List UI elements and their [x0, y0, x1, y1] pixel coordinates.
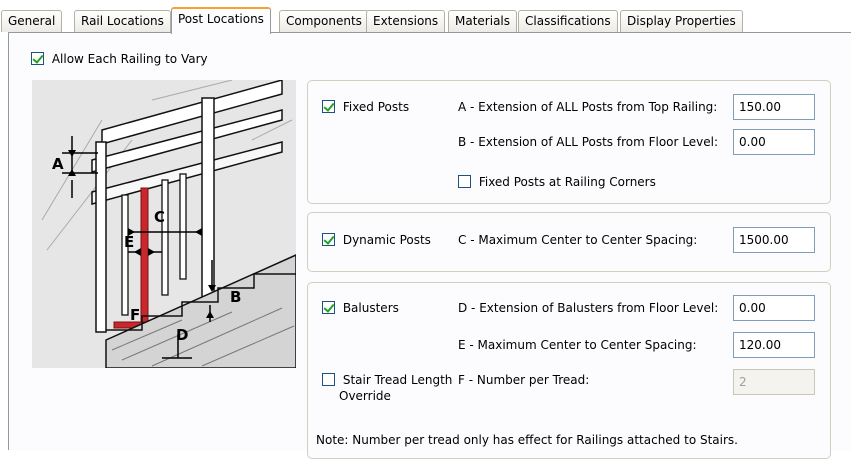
balusters-label: Balusters — [342, 301, 399, 315]
fixed-posts-group: Fixed Posts A - Extension of ALL Posts f… — [307, 80, 831, 204]
balusters-checkbox[interactable] — [322, 301, 335, 314]
label-e: E — [124, 233, 134, 251]
fixed-posts-floor-extension-label: B - Extension of ALL Posts from Floor Le… — [458, 135, 718, 149]
dynamic-posts-spacing-label: C - Maximum Center to Center Spacing: — [458, 233, 698, 247]
railing-corners-checkbox[interactable] — [458, 175, 471, 188]
balusters-group: Balusters D - Extension of Balusters fro… — [307, 282, 831, 459]
railing-illustration: A C E B F D — [32, 80, 296, 368]
per-tread-label: F - Number per Tread: — [458, 373, 590, 387]
dynamic-posts-checkbox[interactable] — [322, 233, 335, 246]
railing-corners-option[interactable]: Fixed Posts at Railing Corners — [458, 175, 656, 189]
allow-vary-checkbox[interactable] — [31, 52, 44, 65]
railing-corners-label: Fixed Posts at Railing Corners — [478, 175, 656, 189]
dynamic-posts-spacing-field[interactable]: 1500.00 — [733, 227, 815, 253]
dynamic-posts-option[interactable]: Dynamic Posts — [322, 233, 431, 247]
balusters-option[interactable]: Balusters — [322, 301, 399, 315]
tread-override-checkbox[interactable] — [322, 373, 335, 386]
balusters-spacing-field[interactable]: 120.00 — [733, 332, 815, 358]
tab-classifications[interactable]: Classifications — [518, 10, 618, 32]
tab-rail-locations[interactable]: Rail Locations — [74, 10, 171, 32]
fixed-posts-floor-extension-field[interactable]: 0.00 — [733, 129, 815, 155]
tab-bar: General Rail Locations Post Locations Co… — [0, 0, 851, 34]
tab-display-properties[interactable]: Display Properties — [620, 10, 743, 32]
tab-components[interactable]: Components — [279, 10, 369, 32]
fixed-posts-checkbox[interactable] — [322, 100, 335, 113]
fixed-posts-label: Fixed Posts — [342, 100, 410, 114]
tread-override-label: Stair Tread Length — [342, 373, 453, 387]
label-c: C — [154, 208, 165, 226]
tab-post-locations[interactable]: Post Locations — [171, 7, 271, 34]
stair-railing-drawing: A C E B F D — [32, 80, 296, 368]
label-a: A — [52, 155, 64, 173]
label-b: B — [230, 288, 241, 306]
stairs-note: Note: Number per tread only has effect f… — [316, 433, 738, 447]
label-f: F — [130, 306, 140, 324]
fixed-posts-option[interactable]: Fixed Posts — [322, 100, 409, 114]
fixed-posts-top-extension-field[interactable]: 150.00 — [733, 94, 815, 120]
dynamic-posts-label: Dynamic Posts — [342, 233, 431, 247]
tab-extensions[interactable]: Extensions — [366, 10, 446, 32]
tab-general[interactable]: General — [1, 10, 63, 32]
fixed-posts-top-extension-label: A - Extension of ALL Posts from Top Rail… — [458, 100, 718, 114]
tread-override-option[interactable]: Stair Tread Length — [322, 373, 452, 387]
allow-vary-option[interactable]: Allow Each Railing to Vary — [31, 52, 208, 66]
balusters-spacing-label: E - Maximum Center to Center Spacing: — [458, 338, 697, 352]
balusters-extension-label: D - Extension of Balusters from Floor Le… — [458, 301, 719, 315]
tab-materials[interactable]: Materials — [448, 10, 518, 32]
dynamic-posts-group: Dynamic Posts C - Maximum Center to Cent… — [307, 212, 831, 272]
allow-vary-label: Allow Each Railing to Vary — [51, 52, 208, 66]
per-tread-field: 2 — [733, 369, 815, 395]
tread-override-label-line2: Override — [339, 389, 391, 403]
balusters-extension-field[interactable]: 0.00 — [733, 295, 815, 321]
post-locations-panel: Allow Each Railing to Vary A C E B F D F… — [8, 32, 851, 459]
label-d: D — [176, 326, 188, 344]
